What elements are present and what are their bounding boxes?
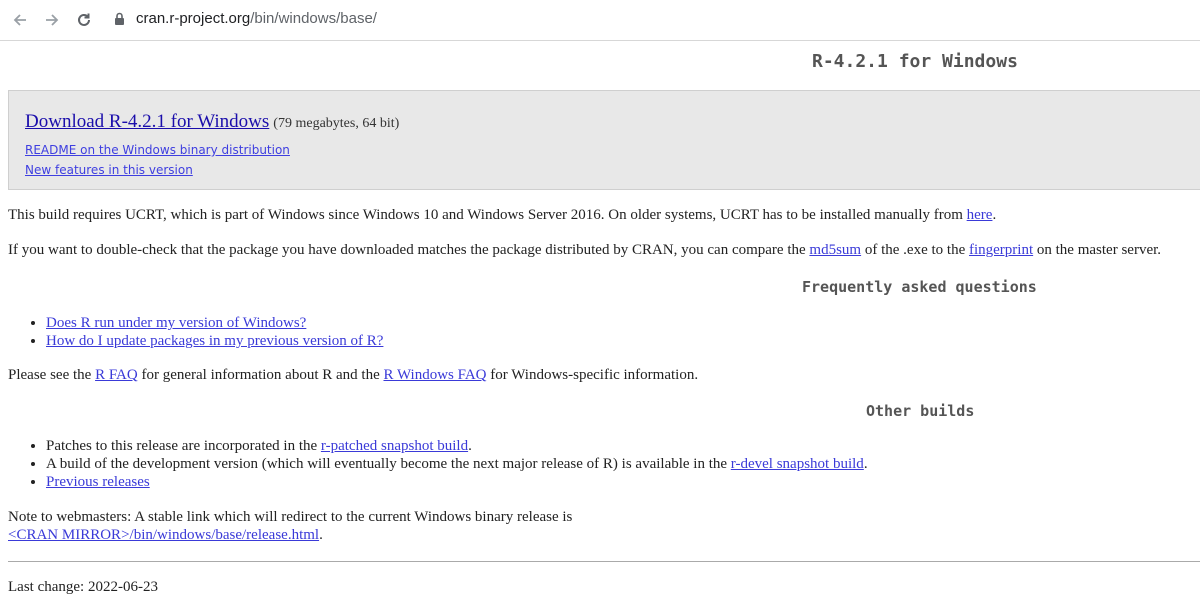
reload-button[interactable] [72,8,96,32]
faq-item: How do I update packages in my previous … [46,332,383,350]
patched-text: Patches to this release are incorporated… [46,438,321,454]
checksum-text-1: If you want to double-check that the pac… [8,242,810,258]
ucrt-period: . [992,207,997,223]
faq-note-text-3: for Windows-specific information. [486,367,699,383]
webmasters-note: Note to webmasters: A stable link which … [8,509,572,526]
ucrt-text: This build requires UCRT, which is part … [8,207,967,223]
devel-text: A build of the development version (whic… [46,456,731,472]
faq-item: Does R run under my version of Windows? [46,314,383,332]
download-link[interactable]: Download R-4.2.1 for Windows [25,111,269,132]
last-change: Last change: 2022-06-23 [8,579,158,595]
other-builds-heading: Other builds [866,402,975,420]
url-host: cran.r-project.org [136,10,251,27]
arrow-right-icon [46,14,59,26]
arrow-left-icon [13,14,26,26]
faq-note-text-2: for general information about R and the [137,367,384,383]
webmasters-text: Note to webmasters: A stable link which … [8,509,573,525]
md5sum-link[interactable]: md5sum [809,242,861,258]
faq-note-paragraph: Please see the R FAQ for general informa… [8,367,698,384]
checksum-text-3: on the master server. [1033,242,1162,258]
url-path: /bin/windows/base/ [250,10,377,27]
webmasters-period: . [319,527,323,543]
patched-period: . [468,438,472,454]
new-features-link[interactable]: New features in this version [25,163,193,177]
address-bar[interactable]: cran.r-project.org/bin/windows/base/ [136,10,377,27]
release-html-link[interactable]: <CRAN MIRROR>/bin/windows/base/release.h… [8,527,319,543]
readme-line: README on the Windows binary distributio… [25,143,290,157]
r-windows-faq-link[interactable]: R Windows FAQ [383,367,486,383]
list-item: Previous releases [46,473,868,491]
checksum-text-2: of the .exe to the [861,242,969,258]
page-content: R-4.2.1 for Windows Download R-4.2.1 for… [0,41,1200,600]
ucrt-paragraph: This build requires UCRT, which is part … [8,207,996,224]
readme-link[interactable]: README on the Windows binary distributio… [25,143,290,157]
faq-list: Does R run under my version of Windows? … [8,314,383,350]
download-size: (79 megabytes, 64 bit) [273,116,400,131]
page-title: R-4.2.1 for Windows [812,51,1018,72]
faq-heading: Frequently asked questions [802,278,1037,296]
other-builds-list: Patches to this release are incorporated… [8,437,868,491]
r-patched-link[interactable]: r-patched snapshot build [321,438,468,454]
faq-note-text-1: Please see the [8,367,96,383]
webmasters-link-line: <CRAN MIRROR>/bin/windows/base/release.h… [8,527,323,544]
browser-toolbar: cran.r-project.org/bin/windows/base/ [0,0,1200,41]
previous-releases-link[interactable]: Previous releases [46,474,150,490]
faq-update-packages-link[interactable]: How do I update packages in my previous … [46,333,383,349]
r-devel-link[interactable]: r-devel snapshot build [731,456,864,472]
ucrt-here-link[interactable]: here [967,207,993,223]
devel-period: . [863,456,868,472]
back-button[interactable] [8,8,32,32]
features-line: New features in this version [25,163,193,177]
list-item: Patches to this release are incorporated… [46,437,868,455]
download-line: Download R-4.2.1 for Windows (79 megabyt… [25,111,399,133]
checksum-paragraph: If you want to double-check that the pac… [8,242,1161,259]
r-faq-link[interactable]: R FAQ [95,367,138,383]
faq-windows-version-link[interactable]: Does R run under my version of Windows? [46,315,306,331]
list-item: A build of the development version (whic… [46,455,868,473]
lock-icon[interactable] [114,12,125,31]
download-box: Download R-4.2.1 for Windows (79 megabyt… [8,90,1200,190]
fingerprint-link[interactable]: fingerprint [969,242,1033,258]
divider [8,561,1200,562]
forward-button[interactable] [40,8,64,32]
reload-icon [78,13,90,26]
